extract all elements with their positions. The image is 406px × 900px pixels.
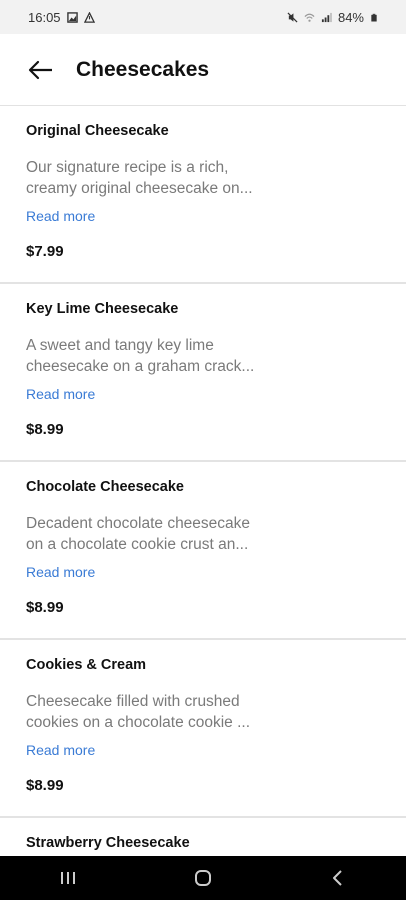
product-price: $8.99 <box>26 599 64 616</box>
product-price: $7.99 <box>26 243 64 260</box>
mute-icon <box>287 11 298 23</box>
description-line: Our signature recipe is a rich, <box>26 159 229 176</box>
description-line: Cheesecake filled with crushed <box>26 693 240 710</box>
product-name: Strawberry Cheesecake <box>26 835 190 851</box>
description-line: creamy original cheesecake on... <box>26 180 253 197</box>
read-more-link[interactable]: Read more <box>26 208 95 224</box>
product-price: $8.99 <box>26 777 64 794</box>
product-name: Chocolate Cheesecake <box>26 479 184 495</box>
description-line: cheesecake on a graham crack... <box>26 358 255 375</box>
description-line: Decadent chocolate cheesecake <box>26 515 251 532</box>
home-icon <box>194 870 211 886</box>
system-back-button[interactable] <box>308 856 368 900</box>
product-name: Original Cheesecake <box>26 123 169 139</box>
home-button[interactable] <box>173 856 233 900</box>
read-more-link[interactable]: Read more <box>26 386 95 402</box>
description-line: on a chocolate cookie crust an... <box>26 536 249 553</box>
description-line: cookies on a chocolate cookie ... <box>26 714 251 731</box>
arrow-left-icon <box>28 60 52 79</box>
product-item-chocolate[interactable]: Chocolate Cheesecake Decadent chocolate … <box>0 462 406 640</box>
recents-icon <box>60 872 75 884</box>
back-button[interactable] <box>26 56 54 84</box>
battery-icon <box>371 13 377 21</box>
product-price: $8.99 <box>26 421 64 438</box>
recents-button[interactable] <box>38 856 98 900</box>
read-more-link[interactable]: Read more <box>26 564 95 580</box>
product-list: Original Cheesecake Our signature recipe… <box>0 106 406 878</box>
status-bar: 16:05 84% <box>0 0 406 34</box>
system-nav-bar <box>0 856 406 900</box>
wifi-icon <box>304 13 315 22</box>
status-right: 84% <box>287 10 378 25</box>
product-description: Our signature recipe is a rich, creamy o… <box>26 157 380 199</box>
app-header: Cheesecakes <box>0 34 406 106</box>
gallery-icon <box>66 11 78 23</box>
status-time: 16:05 <box>28 9 61 25</box>
battery-percent: 84% <box>337 9 364 25</box>
product-description: A sweet and tangy key lime cheesecake on… <box>26 335 380 377</box>
read-more-link[interactable]: Read more <box>26 742 95 758</box>
product-name: Cookies & Cream <box>26 657 147 673</box>
product-description: Cheesecake filled with crushed cookies o… <box>26 691 380 733</box>
status-left: 16:05 <box>28 10 95 25</box>
page-title: Cheesecakes <box>76 57 210 81</box>
product-item-original[interactable]: Original Cheesecake Our signature recipe… <box>0 106 406 284</box>
product-item-cookies-cream[interactable]: Cookies & Cream Cheesecake filled with c… <box>0 640 406 818</box>
product-name: Key Lime Cheesecake <box>26 301 179 317</box>
warning-icon <box>83 11 95 23</box>
description-line: A sweet and tangy key lime <box>26 337 214 354</box>
signal-icon <box>321 12 332 22</box>
product-item-key-lime[interactable]: Key Lime Cheesecake A sweet and tangy ke… <box>0 284 406 462</box>
chevron-left-icon <box>333 870 343 886</box>
product-description: Decadent chocolate cheesecake on a choco… <box>26 513 380 555</box>
